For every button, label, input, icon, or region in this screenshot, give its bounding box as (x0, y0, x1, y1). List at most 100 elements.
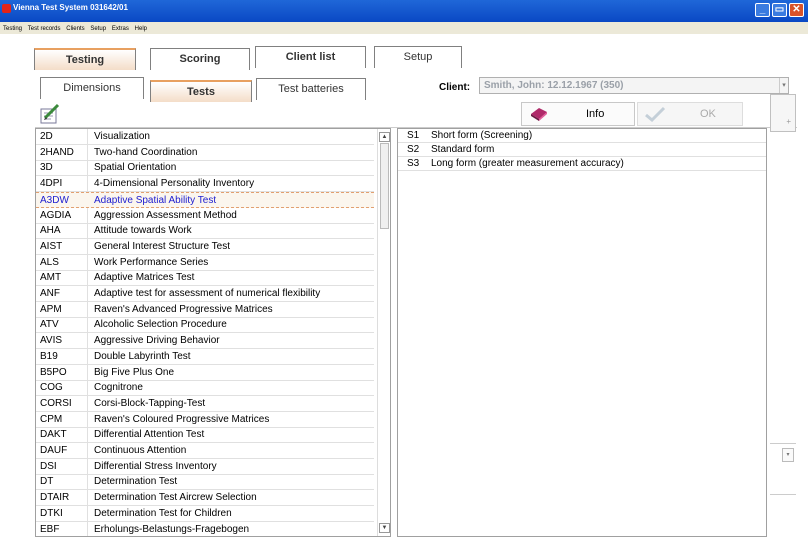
test-code: ATV (40, 319, 59, 331)
test-list: 2D Visualization 2HAND Two-hand Coordinatio… (35, 128, 391, 537)
test-list-item[interactable]: DT Determination Test (36, 474, 374, 491)
test-list-item[interactable]: 4DPI 4-Dimensional Personality Inventory (36, 176, 374, 193)
window-title: Vienna Test System 031642/01 (13, 3, 128, 12)
menu-testing[interactable]: Testing (3, 26, 22, 32)
test-forms-list: S1 Short form (Screening) S2 Standard form S… (397, 128, 767, 537)
test-code: AIST (40, 240, 63, 252)
window-controls: _ ▭ ✕ (755, 3, 804, 17)
scroll-down-icon[interactable]: ▼ (379, 523, 390, 533)
test-name: Continuous Attention (94, 445, 187, 456)
test-form-item[interactable]: S1 Short form (Screening) (398, 129, 766, 143)
form-code: S1 (407, 130, 420, 141)
side-scroll-down-icon[interactable]: ▾ (782, 448, 794, 462)
test-list-item[interactable]: CPM Raven's Coloured Progressive Matrices (36, 412, 374, 428)
test-list-item[interactable]: AIST General Interest Structure Test (36, 239, 374, 255)
tab-scoring[interactable]: Scoring (150, 48, 250, 70)
test-list-item[interactable]: AVIS Aggressive Driving Behavior (36, 333, 374, 350)
tab-client-list[interactable]: Client list (255, 46, 366, 68)
test-code: A3DW (40, 194, 69, 206)
test-name: Cognitrone (94, 382, 143, 394)
test-list-item[interactable]: 2D Visualization (36, 129, 374, 145)
test-name: Differential Stress Inventory (94, 460, 217, 472)
test-name: General Interest Structure Test (94, 240, 230, 252)
test-list-item[interactable]: A3DW Adaptive Spatial Ability Test (36, 191, 374, 208)
test-name: Attitude towards Work (94, 225, 192, 237)
tab-test-batteries[interactable]: Test batteries (256, 78, 366, 100)
test-name: Determination Test (94, 476, 178, 488)
close-button[interactable]: ✕ (789, 3, 804, 17)
test-list-item[interactable]: ALS Work Performance Series (36, 255, 374, 271)
test-list-item[interactable]: AMT Adaptive Matrices Test (36, 270, 374, 287)
test-list-item[interactable]: AGDIA Aggression Assessment Method (36, 208, 374, 224)
test-name: Adaptive Spatial Ability Test (94, 194, 217, 206)
test-code: DAKT (40, 429, 67, 441)
form-name: Standard form (431, 144, 495, 155)
test-list-item[interactable]: AHA Attitude towards Work (36, 223, 374, 240)
test-list-item[interactable]: B19 Double Labyrinth Test (36, 349, 374, 365)
scroll-up-icon[interactable]: ▲ (379, 132, 390, 142)
client-dropdown-arrow[interactable]: ▾ (779, 78, 788, 93)
menu-setup[interactable]: Setup (90, 26, 106, 32)
test-list-item[interactable]: 2HAND Two-hand Coordination (36, 145, 374, 161)
test-list-item[interactable]: 3D Spatial Orientation (36, 160, 374, 177)
tab-dimensions[interactable]: Dimensions (40, 77, 144, 99)
side-panel-box: + (770, 94, 796, 132)
test-list-item[interactable]: DTAIR Determination Test Aircrew Selectio… (36, 490, 374, 507)
test-name: Adaptive test for assessment of numerica… (94, 288, 321, 299)
test-form-item[interactable]: S2 Standard form (398, 143, 766, 157)
test-code: B5PO (40, 366, 67, 378)
menu-clients[interactable]: Clients (66, 26, 84, 32)
test-list-item[interactable]: DAKT Differential Attention Test (36, 427, 374, 444)
menu-extras[interactable]: Extras (112, 26, 129, 32)
test-name: Spatial Orientation (94, 162, 177, 174)
tab-testing[interactable]: Testing (34, 48, 136, 70)
test-name: Double Labyrinth Test (94, 350, 191, 362)
test-form-item[interactable]: S3 Long form (greater measurement accurac… (398, 157, 766, 171)
maximize-button[interactable]: ▭ (772, 3, 787, 17)
test-list-item[interactable]: DTKI Determination Test for Children (36, 506, 374, 522)
test-list-item[interactable]: CORSI Corsi-Block-Tapping-Test (36, 396, 374, 412)
test-list-item[interactable]: B5PO Big Five Plus One (36, 365, 374, 381)
ok-button[interactable]: OK (637, 102, 743, 126)
test-name: Aggression Assessment Method (94, 209, 237, 221)
test-code: B19 (40, 350, 58, 362)
test-code: DT (40, 476, 54, 488)
expand-icon[interactable]: + (786, 117, 791, 126)
client-field[interactable]: Smith, John: 12.12.1967 (350) (479, 77, 789, 94)
test-name: Two-hand Coordination (94, 146, 198, 158)
test-name: Visualization (94, 131, 150, 142)
test-name: Determination Test for Children (94, 507, 232, 519)
menu-help[interactable]: Help (135, 26, 147, 32)
test-code: EBF (40, 523, 60, 535)
form-name: Long form (greater measurement accuracy) (431, 158, 624, 169)
scroll-thumb[interactable] (380, 143, 389, 229)
test-list-item[interactable]: DAUF Continuous Attention (36, 443, 374, 459)
info-button[interactable]: Info (521, 102, 635, 126)
test-code: DTAIR (40, 492, 70, 504)
form-name: Short form (Screening) (431, 130, 533, 141)
edit-icon[interactable] (39, 103, 61, 125)
test-name: Corsi-Block-Tapping-Test (94, 397, 206, 409)
test-list-item[interactable]: EBF Erholungs-Belastungs-Fragebogen (36, 522, 374, 537)
test-code: AVIS (40, 335, 63, 347)
test-list-item[interactable]: COG Cognitrone (36, 380, 374, 397)
tab-tests[interactable]: Tests (150, 80, 252, 102)
tab-setup[interactable]: Setup (374, 46, 462, 68)
test-code: 2D (40, 131, 53, 142)
test-code: CPM (40, 413, 63, 425)
test-code: AMT (40, 272, 62, 284)
menu-test-records[interactable]: Test records (28, 26, 61, 32)
test-list-scrollbar[interactable]: ▲ ▼ (377, 129, 390, 536)
title-bar: Vienna Test System 031642/01 _ ▭ ✕ (0, 0, 808, 22)
test-code: COG (40, 382, 63, 394)
ok-label: OK (700, 108, 716, 120)
test-list-item[interactable]: APM Raven's Advanced Progressive Matrices (36, 302, 374, 318)
checkmark-icon (645, 106, 666, 122)
test-name: Alcoholic Selection Procedure (94, 319, 227, 331)
test-name: Differential Attention Test (94, 429, 205, 441)
minimize-button[interactable]: _ (755, 3, 770, 17)
test-list-item[interactable]: DSI Differential Stress Inventory (36, 459, 374, 475)
book-icon (531, 108, 547, 121)
test-list-item[interactable]: ANF Adaptive test for assessment of numer… (36, 286, 374, 302)
test-list-item[interactable]: ATV Alcoholic Selection Procedure (36, 317, 374, 334)
